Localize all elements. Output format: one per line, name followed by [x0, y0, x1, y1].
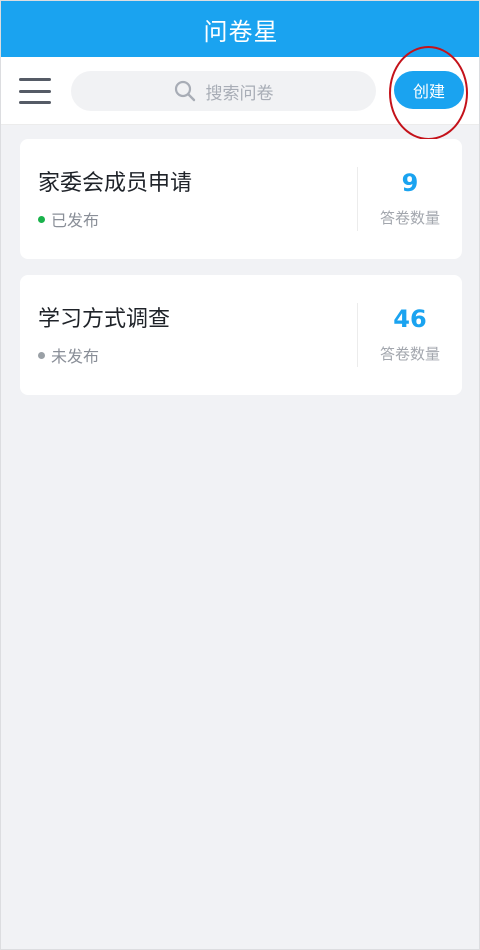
survey-status: 未发布: [38, 343, 99, 367]
status-dot-unpublished: [38, 351, 45, 359]
create-button[interactable]: 创建: [394, 71, 464, 109]
search-placeholder: 搜索问卷: [205, 83, 274, 104]
status-dot-published: [38, 215, 45, 223]
survey-title: 家委会成员申请: [38, 171, 193, 196]
app-title-bar: 问卷星: [1, 1, 479, 57]
survey-card[interactable]: 家委会成员申请 已发布 9 答卷数量: [20, 139, 462, 259]
hamburger-menu-icon[interactable]: [19, 78, 51, 104]
survey-status-text: 已发布: [51, 211, 100, 230]
survey-card[interactable]: 学习方式调查 未发布 46 答卷数量: [20, 275, 462, 395]
app-screen: 问卷星 搜索问卷 创建 家委会成员申请 已发布 9 答卷数量 学习方式调查 未发…: [0, 0, 480, 950]
response-count-label: 答卷数量: [379, 345, 440, 363]
app-title: 问卷星: [203, 17, 279, 46]
response-count: 46: [393, 305, 427, 333]
search-icon: [174, 80, 195, 102]
search-input[interactable]: 搜索问卷: [71, 71, 376, 111]
response-count: 9: [401, 169, 419, 197]
response-count-label: 答卷数量: [379, 209, 440, 227]
survey-title: 学习方式调查: [38, 307, 171, 332]
toolbar: 搜索问卷 创建: [1, 57, 479, 125]
survey-status-text: 未发布: [51, 347, 100, 366]
survey-status: 已发布: [38, 207, 99, 231]
